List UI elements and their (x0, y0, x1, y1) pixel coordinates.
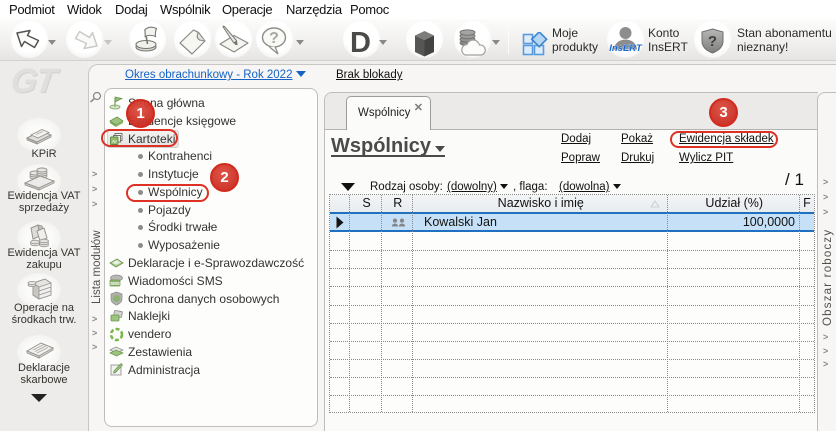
svg-text:InsERT: InsERT (609, 43, 643, 54)
svg-text:?: ? (708, 33, 717, 50)
svg-text:?: ? (269, 30, 279, 47)
svg-text:SMS: SMS (110, 281, 120, 286)
